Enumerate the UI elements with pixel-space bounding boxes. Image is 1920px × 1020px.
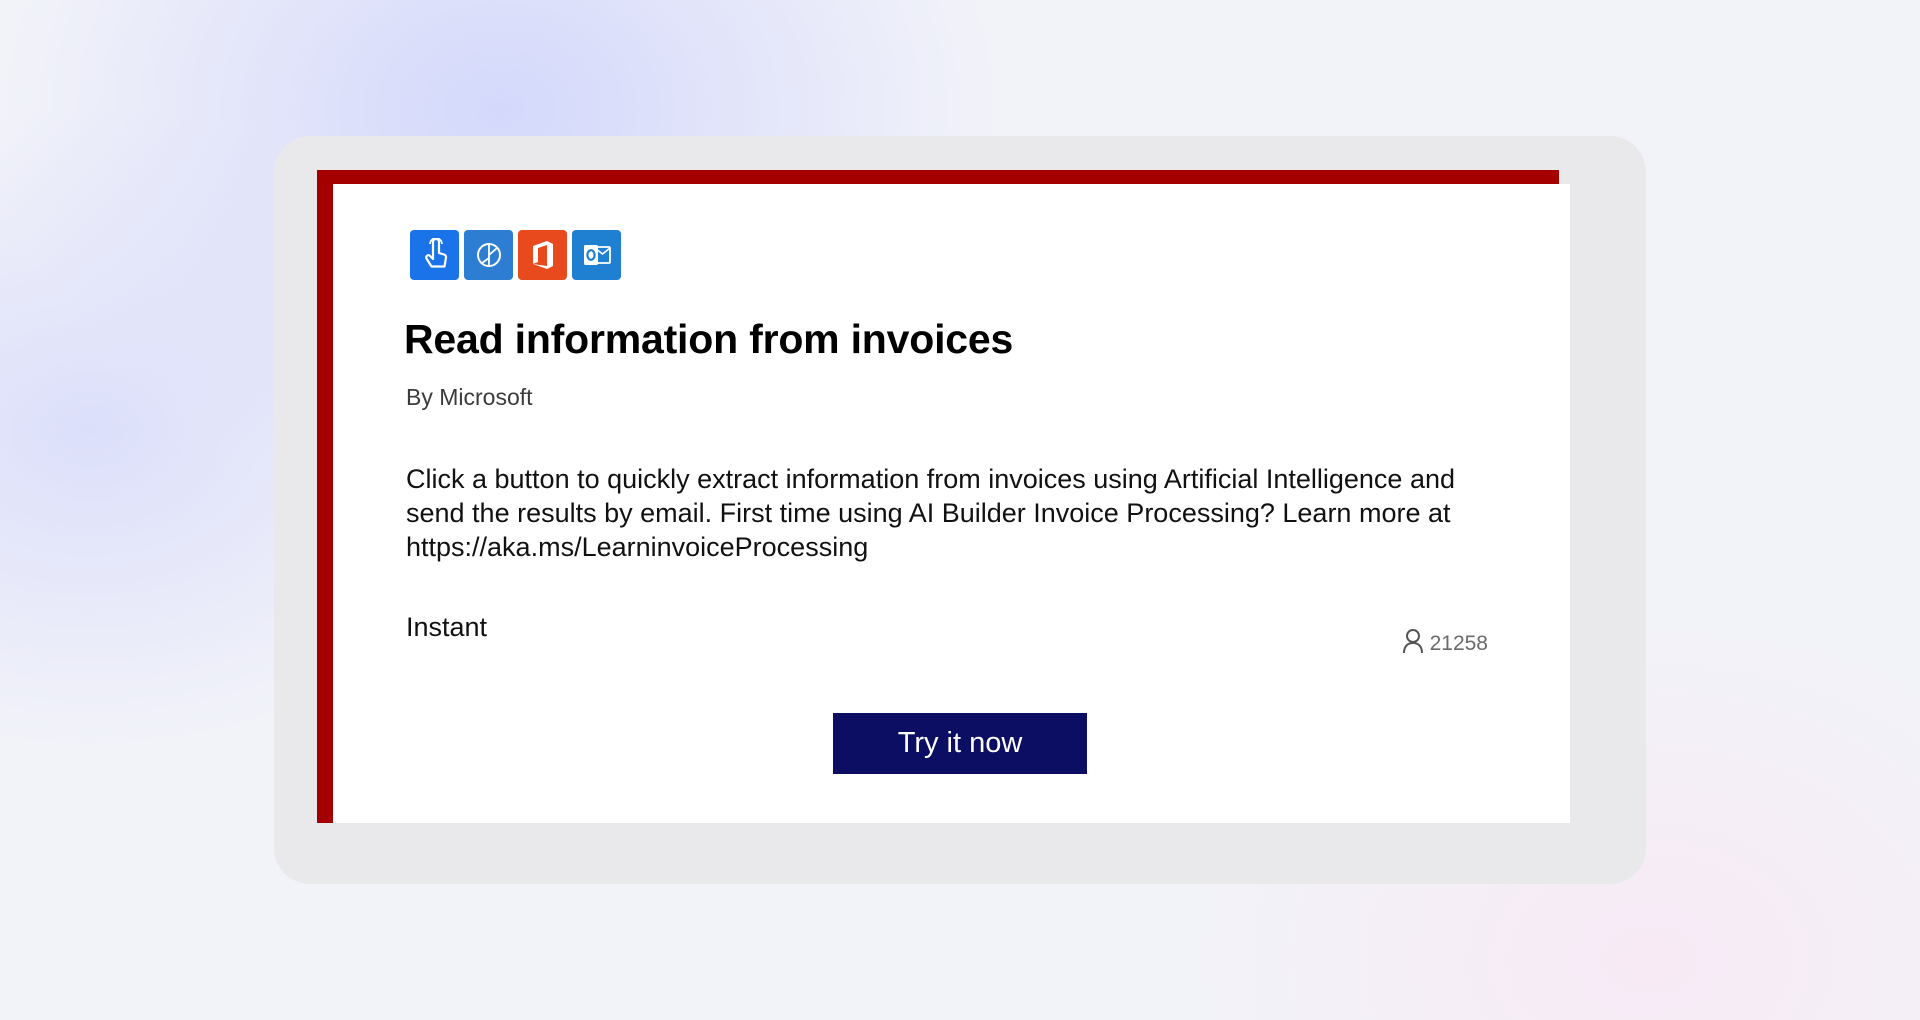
accent-border-left — [317, 170, 333, 823]
person-icon — [1402, 628, 1424, 660]
user-count: 21258 — [1402, 628, 1488, 660]
try-it-now-button[interactable]: Try it now — [833, 713, 1087, 774]
template-card[interactable]: Read information from invoices By Micros… — [333, 184, 1570, 823]
connector-icons — [410, 230, 621, 280]
template-author: By Microsoft — [406, 384, 533, 410]
outlook-icon — [572, 230, 621, 280]
template-title: Read information from invoices — [404, 316, 1014, 362]
user-count-value: 21258 — [1429, 632, 1488, 655]
ai-builder-icon — [464, 230, 513, 280]
office-365-icon — [518, 230, 567, 280]
flow-type-label: Instant — [406, 612, 488, 642]
button-trigger-icon — [410, 230, 459, 280]
template-description: Click a button to quickly extract inform… — [406, 464, 1455, 562]
